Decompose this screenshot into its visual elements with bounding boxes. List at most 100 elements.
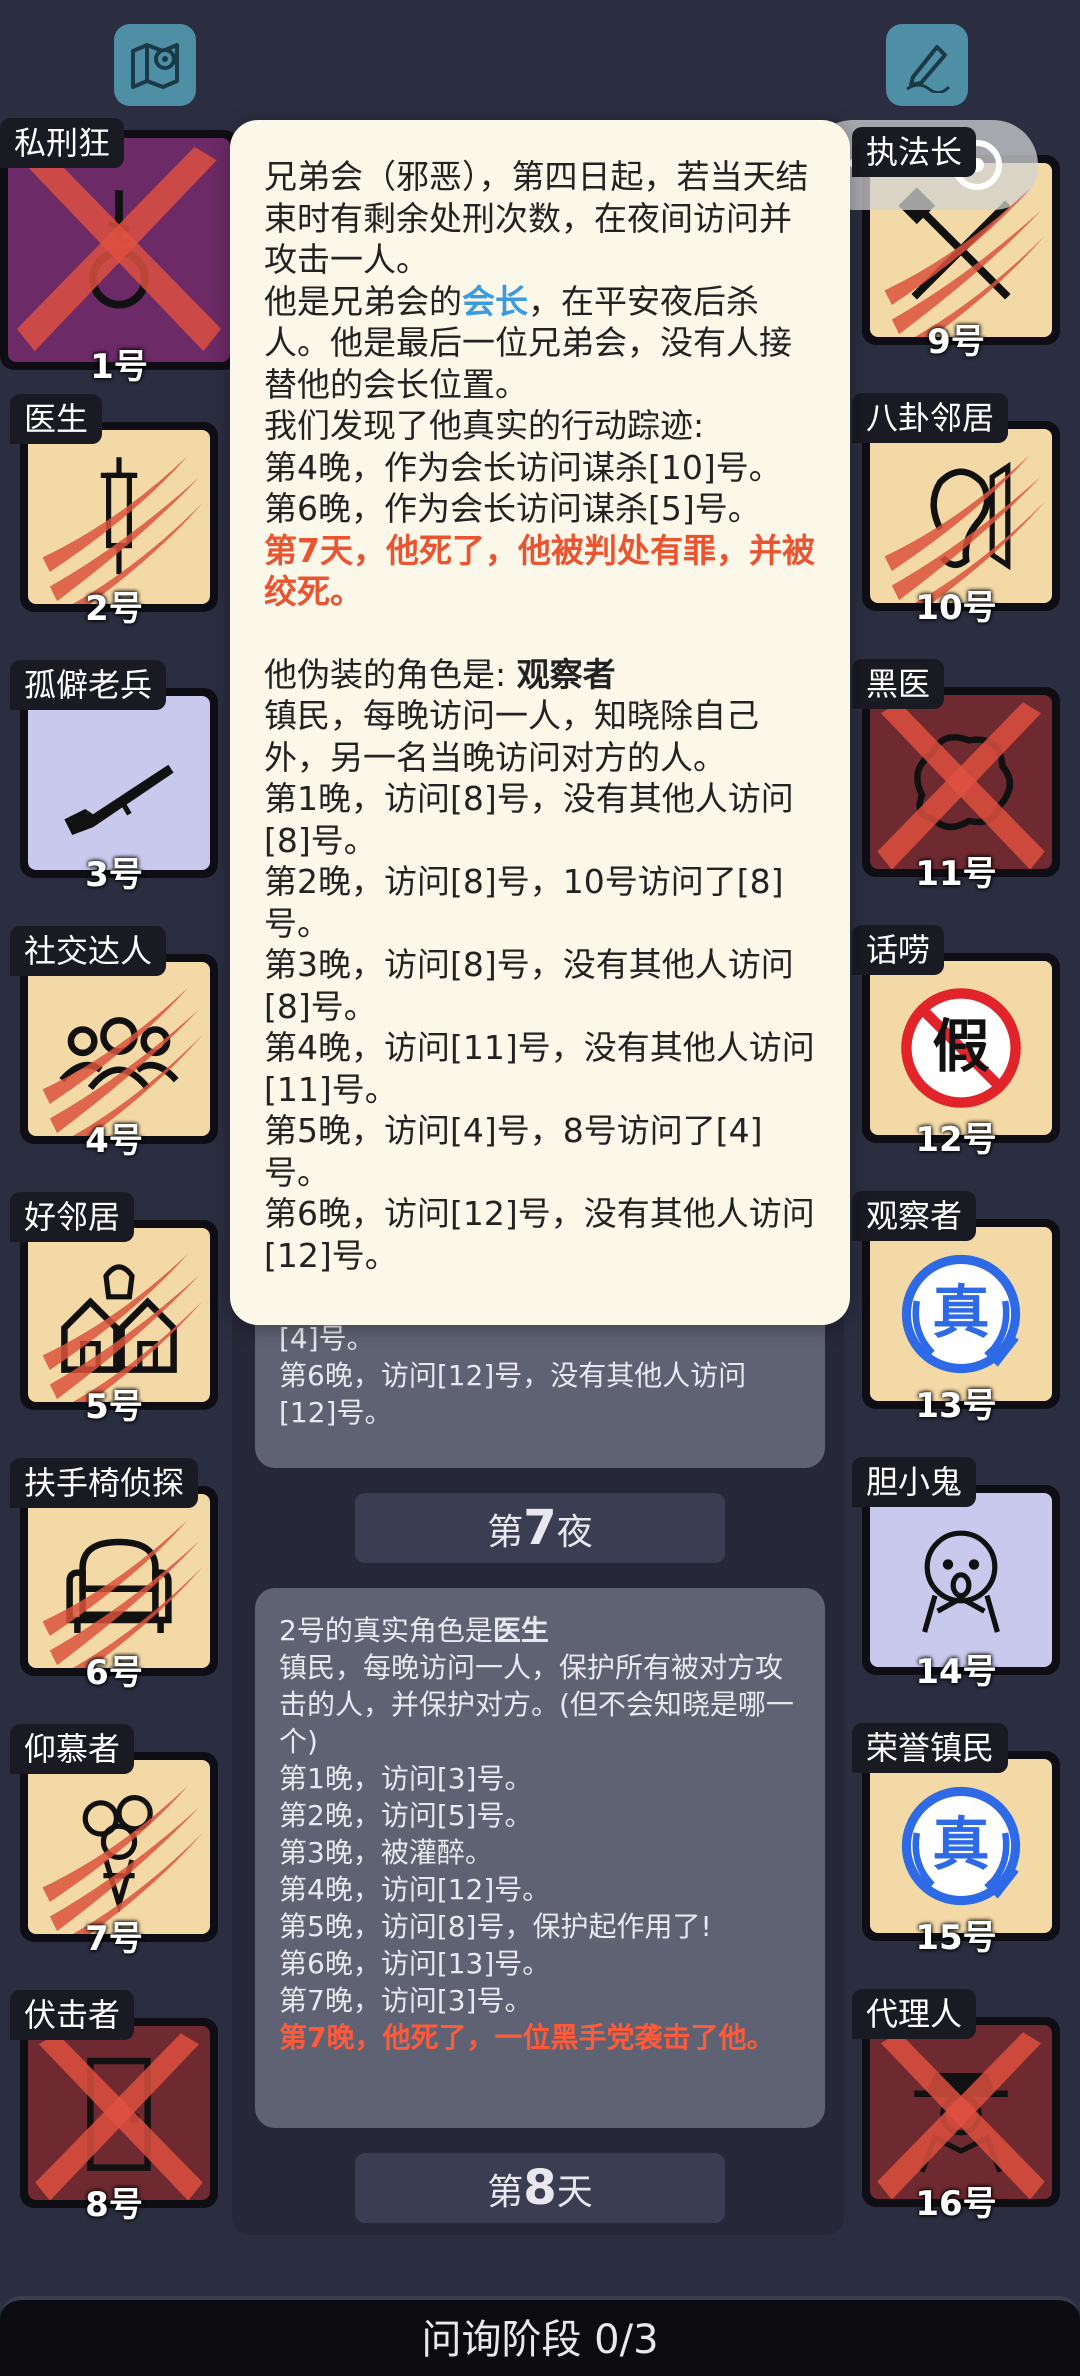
player-number: 9号 — [927, 322, 985, 362]
popup-trace-title: 我们发现了他真实的行动踪迹: — [264, 406, 705, 445]
log-line: 第4晚，访问[12]号。 — [279, 1873, 551, 1906]
map-button[interactable] — [114, 24, 196, 106]
popup-death-line: 第7天，他死了，他被判处有罪，并被绞死。 — [264, 530, 815, 612]
log-entry-doctor: 2号的真实角色是医生 镇民，每晚访问一人，保护所有被对方攻击的人，并保护对方。(… — [255, 1588, 825, 2128]
player-number: 1号 — [90, 347, 148, 387]
player-role-tag: 好邻居 — [10, 1192, 135, 1242]
scared-face-icon — [922, 1530, 1000, 1633]
badge-text: 假 — [932, 1014, 989, 1080]
player-role-tag: 黑医 — [852, 659, 945, 709]
popup-role-desc: 兄弟会（邪恶），第四日起，若当天结束时有剩余处刑次数，在夜间访问并攻击一人。 — [264, 157, 809, 279]
player-role-tag: 话唠 — [852, 925, 945, 975]
player-portrait — [870, 163, 1052, 337]
player-portrait — [870, 429, 1052, 603]
player-card-12[interactable]: 话唠假 12号 — [852, 925, 1060, 1160]
player-role-tag: 执法长 — [852, 127, 977, 177]
player-role-tag: 扶手椅侦探 — [10, 1458, 199, 1508]
log-line: 第3晚，被灌醉。 — [279, 1836, 493, 1869]
player-role-tag: 观察者 — [852, 1191, 977, 1241]
player-role-tag: 医生 — [10, 394, 103, 444]
no-fake-icon: 假 — [901, 988, 1021, 1108]
player-number: 10号 — [915, 588, 997, 628]
player-portrait — [28, 1494, 210, 1668]
player-portrait: 真 — [870, 1227, 1052, 1401]
phase-header-day-8: 第8天 — [355, 2153, 725, 2223]
player-portrait — [28, 696, 210, 870]
rifle-icon — [64, 764, 174, 835]
popup-visit-line: 第6晚，访问[12]号，没有其他人访问[12]号。 — [264, 1194, 815, 1275]
true-badge-icon: 真 — [901, 1254, 1021, 1374]
log-line: 第6晚，访问[13]号。 — [279, 1947, 551, 1980]
log-line: 第2晚，访问[5]号。 — [279, 1799, 533, 1832]
player-card-11[interactable]: 黑医 11号 — [852, 659, 1060, 894]
player-number: 6号 — [85, 1653, 143, 1693]
popup-trace-line: 第6晚，作为会长访问谋杀[5]号。 — [264, 489, 761, 528]
player-card-13[interactable]: 观察者真 13号 — [852, 1191, 1060, 1426]
popup-leader-line: 他是兄弟会的会长，在平安夜后杀人。他是最后一位兄弟会，没有人接替他的会长位置。 — [264, 281, 792, 404]
inquiry-phase-bar[interactable]: 问询阶段 0/3 — [0, 2296, 1080, 2376]
player-card-4[interactable]: 社交达人 4号 — [10, 926, 218, 1161]
player-card-3[interactable]: 孤僻老兵 3号 — [10, 660, 218, 895]
log-kill-line: 第7晚，他死了，一位黑手党袭击了他。 — [279, 2021, 775, 2054]
log-line: 第6晚，访问[12]号，没有其他人访问 — [279, 1359, 747, 1392]
log-line: 第7晚，访问[3]号。 — [279, 1984, 533, 2017]
player-portrait — [28, 1760, 210, 1934]
popup-visit-line: 第4晚，访问[11]号，没有其他人访问[11]号。 — [264, 1028, 815, 1109]
popup-disguise-line: 他伪装的角色是: 观察者 — [264, 654, 616, 694]
popup-visit-line: 第5晚，访问[4]号，8号访问了[4]号。 — [264, 1111, 763, 1192]
player-role-tag: 荣誉镇民 — [852, 1723, 1009, 1773]
player-portrait: 真 — [870, 1759, 1052, 1933]
player-card-9[interactable]: 执法长 9号 — [852, 127, 1060, 362]
log-line: [4]号。 — [279, 1322, 375, 1355]
player-number: 16号 — [915, 2184, 997, 2224]
player-portrait — [28, 962, 210, 1136]
player-role-tag: 八卦邻居 — [852, 393, 1009, 443]
pen-icon — [906, 45, 951, 93]
popup-trace-line: 第4晚，作为会长访问谋杀[10]号。 — [264, 447, 782, 487]
dead-x-icon — [16, 146, 222, 352]
map-pin-icon — [131, 43, 179, 89]
player-card-16[interactable]: 代理人 16号 — [852, 1989, 1060, 2224]
player-role-tag: 仰慕者 — [10, 1724, 135, 1774]
player-number: 7号 — [85, 1919, 143, 1959]
player-number: 13号 — [915, 1386, 997, 1426]
log-desc: 镇民，每晚访问一人，保护所有被对方攻击的人，并保护对方。(但不会知晓是哪一个) — [279, 1651, 794, 1758]
player-card-15[interactable]: 荣誉镇民真 15号 — [852, 1723, 1060, 1958]
dead-x-icon — [877, 702, 1045, 869]
player-role-tag: 孤僻老兵 — [10, 660, 167, 710]
popup-visit-line: 第2晚，访问[8]号，10号访问了[8]号。 — [264, 862, 784, 943]
player-number: 15号 — [915, 1918, 997, 1958]
player-portrait — [870, 695, 1052, 869]
player-number: 8号 — [85, 2185, 143, 2225]
player-card-14[interactable]: 胆小鬼 14号 — [852, 1457, 1060, 1692]
dead-x-icon — [35, 2033, 203, 2200]
player-number: 2号 — [85, 589, 143, 629]
player-role-tag: 社交达人 — [10, 926, 167, 976]
player-number: 5号 — [85, 1387, 143, 1427]
badge-text: 真 — [932, 1812, 989, 1878]
role-detail-popup[interactable]: 兄弟会（邪恶），第四日起，若当天结束时有剩余处刑次数，在夜间访问并攻击一人。 他… — [230, 120, 850, 1325]
player-role-tag: 代理人 — [852, 1989, 977, 2039]
player-portrait: 假 — [870, 961, 1052, 1135]
popup-visit-line: 第3晚，访问[8]号，没有其他人访问[8]号。 — [264, 945, 794, 1026]
player-card-10[interactable]: 八卦邻居 10号 — [852, 393, 1060, 628]
player-card-5[interactable]: 好邻居 5号 — [10, 1192, 218, 1427]
player-number: 4号 — [85, 1121, 143, 1161]
phase-header-night-7: 第7夜 — [355, 1493, 725, 1563]
notes-button[interactable] — [886, 24, 968, 106]
player-card-1[interactable]: 私刑狂 1号 — [0, 118, 238, 387]
inquiry-phase-label: 问询阶段 0/3 — [421, 2317, 659, 2363]
player-portrait — [870, 1493, 1052, 1667]
player-card-2[interactable]: 医生 2号 — [10, 394, 218, 629]
popup-disguise-desc: 镇民，每晚访问一人，知晓除自己外，另一名当晚访问对方的人。 — [264, 696, 759, 777]
player-portrait — [8, 138, 230, 362]
player-portrait — [870, 2025, 1052, 2199]
player-portrait — [28, 2026, 210, 2200]
player-role-tag: 私刑狂 — [0, 118, 125, 168]
player-card-6[interactable]: 扶手椅侦探 6号 — [10, 1458, 218, 1693]
player-card-7[interactable]: 仰慕者 7号 — [10, 1724, 218, 1959]
player-number: 14号 — [915, 1652, 997, 1692]
player-role-tag: 伏击者 — [10, 1990, 135, 2040]
player-card-8[interactable]: 伏击者 8号 — [10, 1990, 218, 2225]
player-portrait — [28, 1228, 210, 1402]
